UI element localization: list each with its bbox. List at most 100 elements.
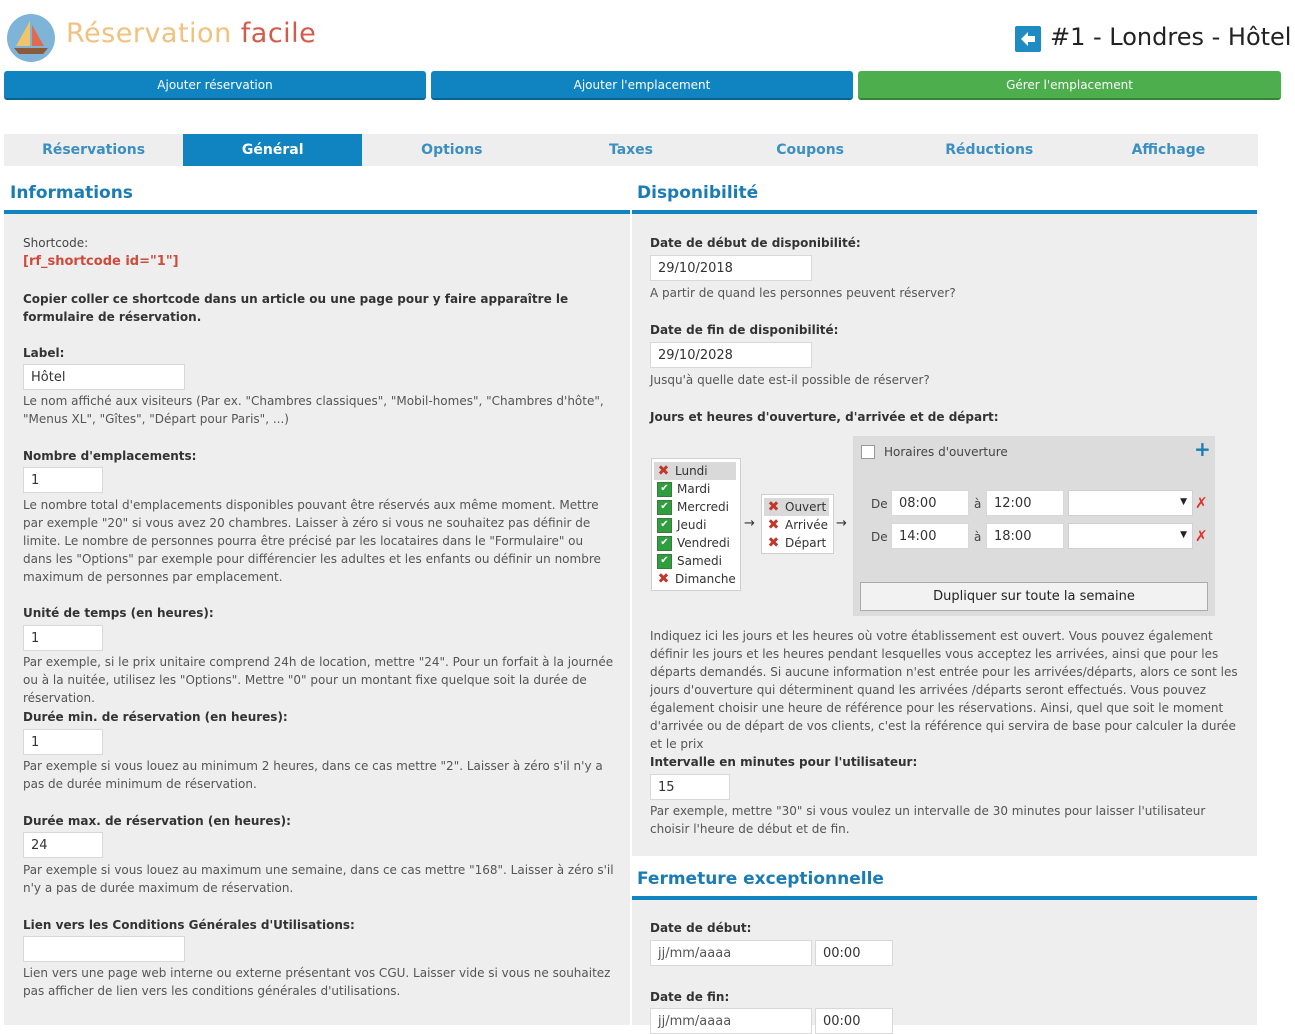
cross-icon: ✖ [657,463,670,479]
day-mercredi[interactable]: ✔ Mercredi [654,498,729,516]
day-label: Samedi [677,554,722,568]
opening-days-help: Indiquez ici les jours et les heures où … [650,629,1238,751]
day-type-label: Ouvert [785,500,827,514]
shortcode-help: Copier coller ce shortcode dans un artic… [23,292,569,324]
day-label: Lundi [675,464,708,478]
cgu-label: Lien vers les Conditions Générales d'Uti… [23,918,355,932]
day-type-label: Départ [785,536,827,550]
closure-start-label: Date de début: [650,921,752,935]
tab-reservations[interactable]: Réservations [4,134,183,166]
logo-icon [6,13,56,63]
label-label: Label: [23,346,65,360]
checkmark-icon: ✔ [657,553,672,569]
day-label: Mardi [677,482,711,496]
availability-end-help: Jusqu'à quelle date est-il possible de r… [650,373,930,387]
slot-2-reference-select[interactable]: ▼ [1068,523,1193,549]
count-input[interactable]: 1 [23,467,103,493]
arrow-right-icon: → [744,516,755,531]
tab-reductions[interactable]: Réductions [900,134,1079,166]
time-unit-help: Par exemple, si le prix unitaire compren… [23,655,614,705]
availability-title: Disponibilité [637,183,759,203]
day-lundi[interactable]: ✖ Lundi [654,462,736,480]
max-duration-input[interactable]: 24 [23,832,103,858]
slot-2-from-label: De [871,530,888,544]
add-reservation-button[interactable]: Ajouter réservation [4,71,426,100]
max-duration-label: Durée max. de réservation (en heures): [23,814,291,828]
slot-1-to-label: à [974,497,982,511]
day-label: Vendredi [677,536,730,550]
chevron-down-icon: ▼ [1180,497,1187,507]
add-slot-icon[interactable]: + [1194,439,1211,459]
closure-start-time-input[interactable]: 00:00 [815,940,893,966]
min-duration-help: Par exemple si vous louez au minimum 2 h… [23,759,603,791]
tab-taxes[interactable]: Taxes [541,134,720,166]
informations-title: Informations [10,183,133,203]
label-help: Le nom affiché aux visiteurs (Par ex. "C… [23,394,604,426]
slot-1-from-label: De [871,497,888,511]
slot-1-to-input[interactable]: 12:00 [986,490,1064,516]
checkmark-icon: ✔ [657,535,672,551]
arrow-right-icon: → [836,516,847,531]
closure-title: Fermeture exceptionnelle [637,869,884,889]
day-dimanche[interactable]: ✖ Dimanche [654,570,736,588]
slot-2-from-input[interactable]: 14:00 [891,523,969,549]
cross-icon: ✖ [657,571,670,587]
back-arrow-icon[interactable] [1015,26,1041,52]
day-mardi[interactable]: ✔ Mardi [654,480,710,498]
cgu-input[interactable] [23,936,185,962]
day-jeudi[interactable]: ✔ Jeudi [654,516,706,534]
interval-label: Intervalle en minutes pour l'utilisateur… [650,755,918,769]
closure-end-time-input[interactable]: 00:00 [815,1008,893,1034]
day-type-arrivee[interactable]: ✖ Arrivée [764,516,828,534]
opening-hours-label: Horaires d'ouverture [884,445,1008,459]
time-unit-input[interactable]: 1 [23,625,103,651]
add-location-button[interactable]: Ajouter l'emplacement [431,71,853,100]
min-duration-input[interactable]: 1 [23,729,103,755]
tab-bar: Réservations Général Options Taxes Coupo… [4,134,1258,166]
shortcode-label: Shortcode: [23,236,89,250]
duplicate-week-button[interactable]: Dupliquer sur toute la semaine [860,582,1208,611]
cross-icon: ✖ [767,517,780,533]
day-label: Jeudi [677,518,707,532]
tab-options[interactable]: Options [362,134,541,166]
day-vendredi[interactable]: ✔ Vendredi [654,534,730,552]
location-title: #1 - Londres - Hôtel [1050,23,1292,51]
slot-2-to-input[interactable]: 18:00 [986,523,1064,549]
manage-location-button[interactable]: Gérer l'emplacement [858,71,1281,100]
day-samedi[interactable]: ✔ Samedi [654,552,722,570]
chevron-down-icon: ▼ [1180,530,1187,540]
remove-slot-1-icon[interactable]: ✗ [1195,494,1208,512]
brand-title: Réservation facile [66,18,316,49]
slot-1-reference-select[interactable]: ▼ [1068,490,1193,516]
count-label: Nombre d'emplacements: [23,449,197,463]
brand-word-2: facile [240,18,317,49]
closure-end-date-input[interactable]: jj/mm/aaaa [650,1008,812,1034]
max-duration-help: Par exemple si vous louez au maximum une… [23,863,614,895]
tab-affichage[interactable]: Affichage [1079,134,1258,166]
availability-start-input[interactable]: 29/10/2018 [650,255,812,281]
checkmark-icon: ✔ [657,499,672,515]
day-type-list: ✖ Ouvert ✖ Arrivée ✖ Départ [761,494,834,554]
day-label: Dimanche [675,572,736,586]
min-duration-label: Durée min. de réservation (en heures): [23,710,288,724]
cgu-help: Lien vers une page web interne ou extern… [23,966,611,998]
day-type-depart[interactable]: ✖ Départ [764,534,827,552]
opening-hours-checkbox[interactable] [861,445,875,459]
checkmark-icon: ✔ [657,481,672,497]
availability-end-label: Date de fin de disponibilité: [650,323,839,337]
count-help: Le nombre total d'emplacements disponibl… [23,498,601,584]
brand-word-1: Réservation [66,18,232,49]
time-unit-label: Unité de temps (en heures): [23,606,214,620]
label-input[interactable]: Hôtel [23,364,185,390]
day-type-ouvert[interactable]: ✖ Ouvert [764,498,829,516]
closure-start-date-input[interactable]: jj/mm/aaaa [650,940,812,966]
day-type-label: Arrivée [785,518,829,532]
day-label: Mercredi [677,500,730,514]
interval-input[interactable]: 15 [650,774,730,800]
availability-end-input[interactable]: 29/10/2028 [650,342,812,368]
remove-slot-2-icon[interactable]: ✗ [1195,527,1208,545]
days-list: ✖ Lundi ✔ Mardi ✔ Mercredi ✔ Jeudi ✔ Vendredi… [651,458,741,591]
tab-general[interactable]: Général [183,134,363,166]
tab-coupons[interactable]: Coupons [721,134,900,166]
slot-1-from-input[interactable]: 08:00 [891,490,969,516]
